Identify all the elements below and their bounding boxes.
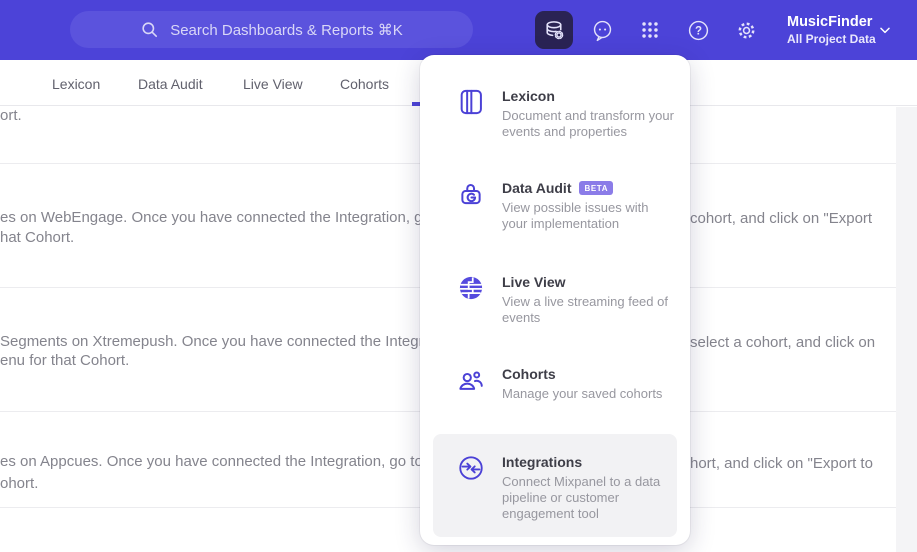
beta-badge: BETA bbox=[579, 181, 614, 195]
project-name: MusicFinder bbox=[787, 14, 873, 30]
search-icon bbox=[140, 20, 159, 39]
search-input[interactable]: Search Dashboards & Reports ⌘K bbox=[70, 11, 473, 48]
gear-icon bbox=[735, 19, 758, 42]
menu-item-title: Data Audit bbox=[502, 180, 572, 196]
integrations-sync-icon bbox=[457, 454, 485, 482]
page-gutter bbox=[896, 107, 917, 552]
top-navigation-bar: Search Dashboards & Reports ⌘K ? MusicFi… bbox=[0, 0, 917, 60]
menu-item-title: Lexicon bbox=[502, 88, 555, 104]
menu-item-title: Cohorts bbox=[502, 366, 556, 382]
row-text-fragment: Segments on Xtremepush. Once you have co… bbox=[0, 333, 461, 350]
feedback-chat-icon bbox=[591, 19, 614, 42]
data-management-button[interactable] bbox=[535, 11, 573, 49]
apps-grid-button[interactable] bbox=[631, 11, 669, 49]
cohorts-people-icon bbox=[457, 366, 485, 394]
menu-item-description: Manage your saved cohorts bbox=[502, 386, 663, 401]
menu-item-description: Connect Mixpanel to a data pipeline or c… bbox=[502, 474, 661, 521]
menu-item-description: View possible issues with your implement… bbox=[502, 200, 649, 231]
feedback-button[interactable] bbox=[583, 11, 621, 49]
tab-cohorts[interactable]: Cohorts bbox=[340, 76, 389, 92]
chevron-down-icon[interactable] bbox=[877, 22, 893, 38]
help-question-icon: ? bbox=[687, 19, 710, 42]
data-audit-lock-icon bbox=[457, 180, 485, 208]
search-placeholder: Search Dashboards & Reports ⌘K bbox=[170, 21, 403, 39]
menu-item-description: View a live streaming feed of events bbox=[502, 294, 668, 325]
database-gear-icon bbox=[542, 18, 567, 43]
menu-item-integrations[interactable]: Integrations Connect Mixpanel to a data … bbox=[433, 434, 677, 537]
menu-item-description: Document and transform your events and p… bbox=[502, 108, 674, 139]
settings-button[interactable] bbox=[727, 11, 765, 49]
help-button[interactable]: ? bbox=[679, 11, 717, 49]
menu-item-lexicon[interactable]: Lexicon Document and transform your even… bbox=[433, 88, 677, 140]
row-text-fragment: es on Appcues. Once you have connected t… bbox=[0, 453, 465, 470]
menu-item-data-audit[interactable]: Data Audit BETA View possible issues wit… bbox=[433, 180, 677, 232]
menu-item-live-view[interactable]: Live View View a live streaming feed of … bbox=[433, 274, 677, 326]
row-text-fragment: hort, and click on "Export to bbox=[690, 455, 873, 472]
row-text-fragment: select a cohort, and click on bbox=[690, 334, 876, 351]
live-view-globe-icon bbox=[457, 274, 485, 302]
tab-live-view[interactable]: Live View bbox=[243, 76, 303, 92]
lexicon-book-icon bbox=[457, 88, 485, 116]
tab-lexicon[interactable]: Lexicon bbox=[52, 76, 100, 92]
tab-data-audit[interactable]: Data Audit bbox=[138, 76, 203, 92]
data-management-dropdown: Lexicon Document and transform your even… bbox=[420, 55, 690, 545]
menu-item-cohorts[interactable]: Cohorts Manage your saved cohorts bbox=[433, 366, 677, 402]
apps-grid-icon bbox=[639, 19, 661, 41]
row-text-fragment: hat Cohort. bbox=[0, 229, 75, 246]
project-selector[interactable]: MusicFinder All Project Data bbox=[787, 14, 876, 46]
row-text-fragment: ort. bbox=[0, 107, 22, 124]
row-text-fragment: cohort, and click on "Export bbox=[690, 210, 873, 227]
project-subtitle: All Project Data bbox=[787, 31, 876, 46]
menu-item-title: Integrations bbox=[502, 454, 583, 470]
menu-item-title: Live View bbox=[502, 274, 566, 290]
row-text-fragment: es on WebEngage. Once you have connected… bbox=[0, 209, 473, 226]
row-text-fragment: ohort. bbox=[0, 475, 39, 492]
svg-text:?: ? bbox=[694, 25, 701, 37]
row-text-fragment: enu for that Cohort. bbox=[0, 352, 130, 369]
